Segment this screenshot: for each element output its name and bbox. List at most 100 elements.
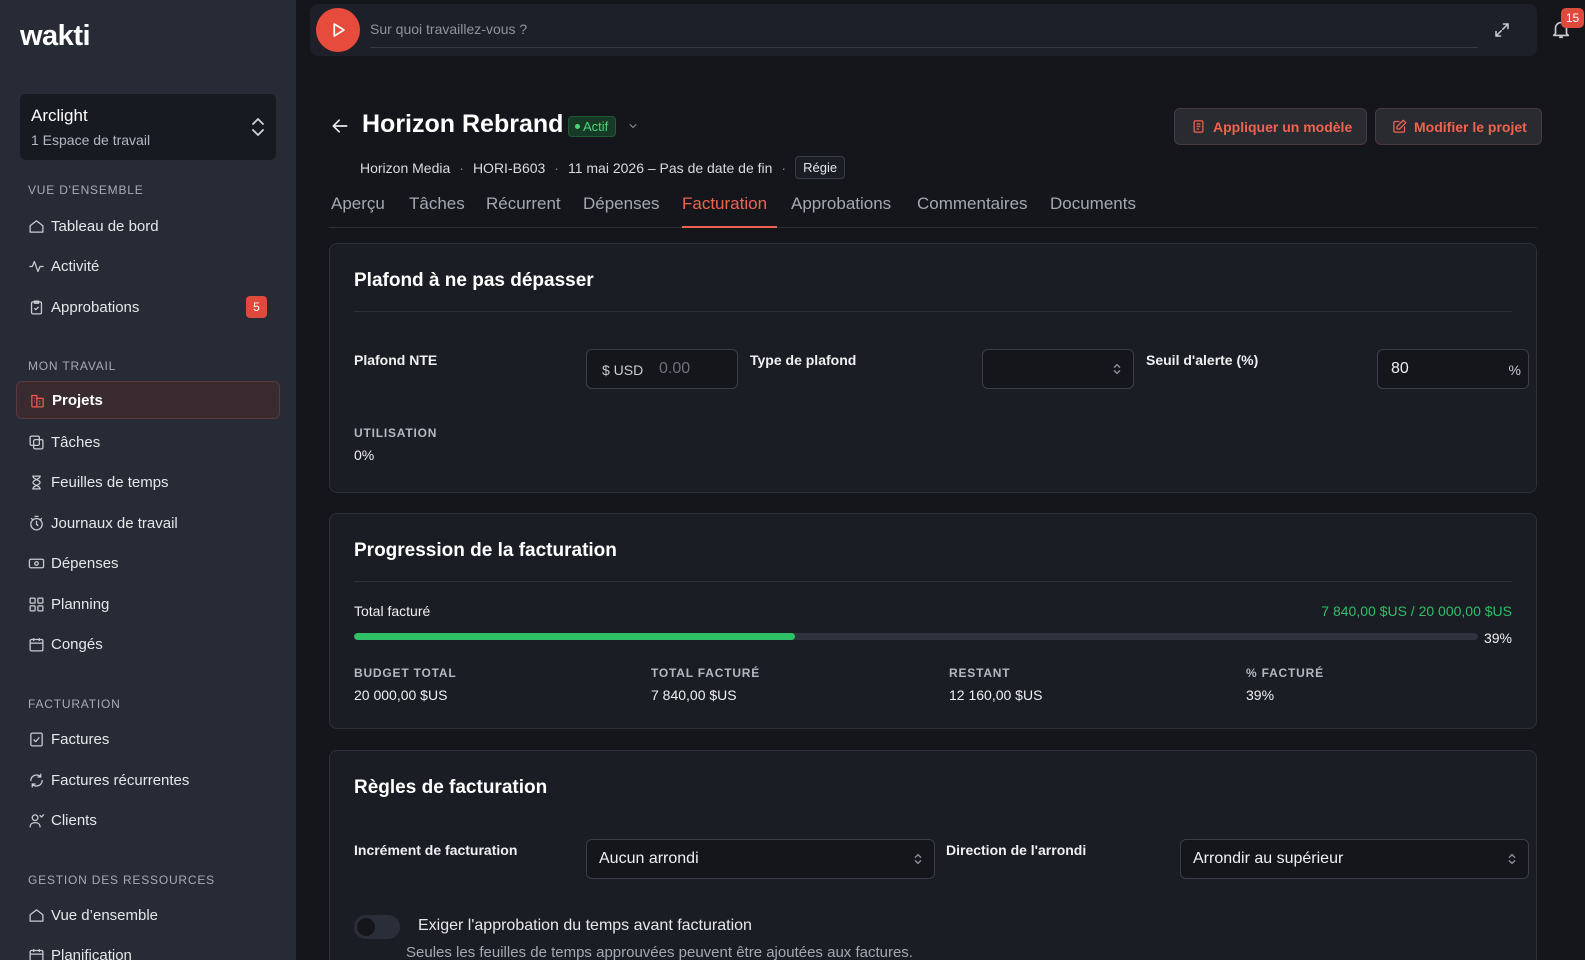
sidebar-item-tasks[interactable]: Tâches xyxy=(16,423,280,461)
tab-expenses[interactable]: Dépenses xyxy=(583,194,660,214)
tab-approvals[interactable]: Approbations xyxy=(791,194,891,214)
sidebar-item-planning[interactable]: Planning xyxy=(16,585,280,623)
tab-recurring[interactable]: Récurrent xyxy=(486,194,561,214)
rounding-direction-select[interactable]: Arrondir au supérieur xyxy=(1180,839,1529,879)
tab-comments[interactable]: Commentaires xyxy=(917,194,1028,214)
chevron-down-icon[interactable] xyxy=(627,120,639,132)
edit-project-button[interactable]: Modifier le projet xyxy=(1375,108,1542,145)
status-badge[interactable]: Actif xyxy=(568,116,617,137)
active-tab-indicator xyxy=(682,226,777,228)
page-title: Horizon Rebrand xyxy=(362,110,564,138)
sidebar-item-expenses[interactable]: Dépenses xyxy=(16,544,280,582)
sidebar-item-scheduling[interactable]: Planification xyxy=(16,936,280,960)
recurring-icon xyxy=(30,772,43,788)
project-dates: 11 mai 2026 – Pas de date de fin xyxy=(567,159,773,176)
sidebar-item-label: Dépenses xyxy=(51,554,119,572)
tab-billing[interactable]: Facturation xyxy=(682,194,767,214)
sidebar-item-label: Feuilles de temps xyxy=(51,473,169,491)
alert-threshold-field[interactable]: % xyxy=(1377,349,1529,389)
timer-bar xyxy=(310,4,1537,56)
usage-value: 0% xyxy=(354,447,375,463)
nte-card-title: Plafond à ne pas dépasser xyxy=(354,270,594,291)
nte-cap-label: Plafond NTE xyxy=(354,352,438,368)
back-arrow-icon[interactable] xyxy=(330,116,350,136)
chevron-up-down-icon xyxy=(252,118,264,136)
start-timer-button[interactable] xyxy=(316,8,360,52)
sidebar-item-label: Tableau de bord xyxy=(51,217,159,235)
require-approval-description: Seules les feuilles de temps approuvées … xyxy=(406,944,913,960)
nte-cap-field[interactable]: $ USD xyxy=(586,349,738,389)
billing-rules-card: Règles de facturation Incrément de factu… xyxy=(329,750,1537,960)
section-billing: FACTURATION xyxy=(28,697,121,711)
cap-type-label: Type de plafond xyxy=(750,352,857,368)
tab-overview[interactable]: Aperçu xyxy=(331,194,385,214)
app-logo[interactable]: wakti xyxy=(20,20,91,53)
workspace-subtitle: 1 Espace de travail xyxy=(31,132,151,148)
total-billed-ratio: 7 840,00 $US / 20 000,00 $US xyxy=(1321,603,1512,619)
stat-percent-billed-label: % FACTURÉ xyxy=(1246,666,1324,680)
project-tabs: Aperçu Tâches Récurrent Dépenses Factura… xyxy=(329,186,1537,228)
banknote-icon xyxy=(28,558,45,568)
project-meta: Horizon Media · HORI-B603 · 11 mai 2026 … xyxy=(360,156,846,179)
timer-icon xyxy=(30,515,43,531)
sidebar-item-label: Planning xyxy=(51,595,110,613)
stat-remaining-value: 12 160,00 $US xyxy=(949,687,1043,703)
sidebar-item-leave[interactable]: Congés xyxy=(16,625,280,663)
billing-rules-title: Règles de facturation xyxy=(354,777,548,798)
sidebar-item-label: Congés xyxy=(51,635,103,653)
stat-remaining-label: RESTANT xyxy=(949,666,1011,680)
section-resource-management: GESTION DES RESSOURCES xyxy=(28,873,215,887)
hourglass-icon xyxy=(32,474,41,490)
sidebar-item-label: Activité xyxy=(51,257,100,275)
client-name: Horizon Media xyxy=(360,159,451,176)
projects-icon xyxy=(31,394,44,408)
section-overview: VUE D'ENSEMBLE xyxy=(28,183,144,197)
project-code: HORI-B603 xyxy=(472,159,546,176)
alert-threshold-input[interactable] xyxy=(1378,350,1528,388)
chevron-up-down-icon xyxy=(1113,363,1121,375)
sidebar-item-activity[interactable]: Activité xyxy=(16,247,280,285)
sidebar: wakti Arclight 1 Espace de travail VUE D… xyxy=(0,0,296,960)
grid-icon xyxy=(29,596,44,612)
edit-icon xyxy=(1393,119,1407,133)
tasks-icon xyxy=(29,434,44,450)
chevron-up-down-icon xyxy=(914,853,922,865)
approvals-count-badge: 5 xyxy=(246,296,267,318)
billing-progress-card: Progression de la facturation Total fact… xyxy=(329,513,1537,729)
sidebar-item-invoices[interactable]: Factures xyxy=(16,720,280,758)
sidebar-item-timesheets[interactable]: Feuilles de temps xyxy=(16,463,280,501)
sidebar-item-label: Tâches xyxy=(51,433,101,451)
sidebar-item-resource-overview[interactable]: Vue d’ensemble xyxy=(16,896,280,934)
sidebar-item-projects[interactable]: Projets xyxy=(16,381,280,419)
rounding-direction-value: Arrondir au supérieur xyxy=(1193,850,1344,867)
expand-icon[interactable] xyxy=(1493,21,1511,39)
billing-progress-percent: 39% xyxy=(1483,630,1512,646)
billing-progress-fill xyxy=(354,633,795,640)
apply-template-button[interactable]: Appliquer un modèle xyxy=(1174,108,1368,145)
notification-count-badge: 15 xyxy=(1561,8,1584,28)
billing-type-tag: Régie xyxy=(795,156,846,179)
cap-type-select[interactable] xyxy=(982,349,1134,389)
rounding-direction-label: Direction de l'arrondi xyxy=(946,842,1087,858)
sidebar-item-dashboard[interactable]: Tableau de bord xyxy=(16,207,280,245)
workspace-switcher[interactable]: Arclight 1 Espace de travail xyxy=(20,94,276,160)
tab-documents[interactable]: Documents xyxy=(1050,194,1136,214)
increment-select[interactable]: Aucun arrondi xyxy=(586,839,935,879)
nte-cap-input[interactable] xyxy=(587,350,737,388)
sidebar-item-approvals[interactable]: Approbations 5 xyxy=(16,288,280,326)
sidebar-item-clients[interactable]: Clients xyxy=(16,801,280,839)
billing-progress-title: Progression de la facturation xyxy=(354,540,617,561)
sidebar-item-worklogs[interactable]: Journaux de travail xyxy=(16,504,280,542)
alert-threshold-label: Seuil d'alerte (%) xyxy=(1146,352,1259,368)
tab-tasks[interactable]: Tâches xyxy=(409,194,465,214)
activity-icon xyxy=(29,260,44,272)
timer-description-input[interactable] xyxy=(370,10,1478,48)
sidebar-item-label: Projets xyxy=(52,391,103,409)
sidebar-item-label: Journaux de travail xyxy=(51,514,178,532)
sidebar-item-label: Planification xyxy=(51,946,132,960)
stat-total-budget-label: BUDGET TOTAL xyxy=(354,666,457,680)
status-label: Actif xyxy=(583,119,609,134)
require-approval-label: Exiger l'approbation du temps avant fact… xyxy=(418,917,752,934)
require-approval-toggle[interactable] xyxy=(354,915,400,939)
sidebar-item-recurring-invoices[interactable]: Factures récurrentes xyxy=(16,761,280,799)
